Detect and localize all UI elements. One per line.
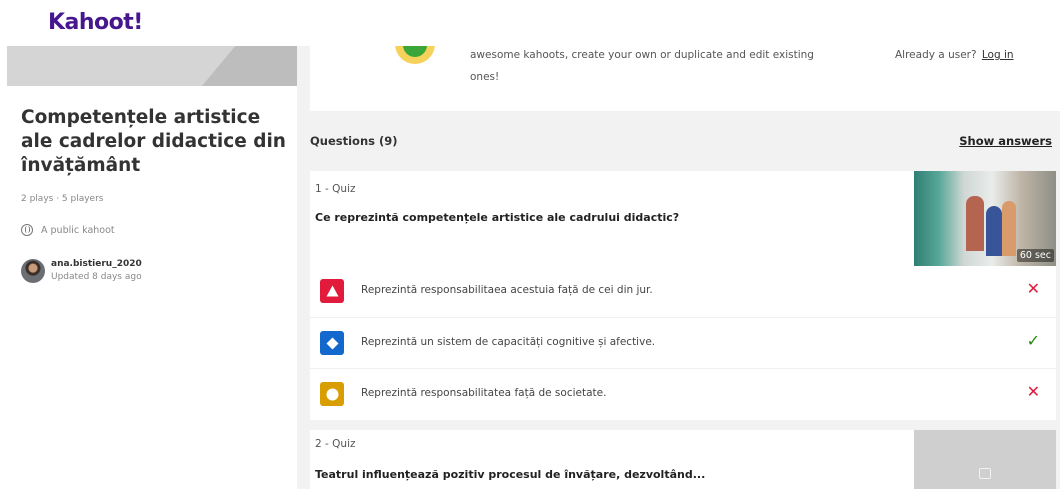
- time-limit-badge: 60 sec: [1016, 249, 1054, 262]
- questions-count: Questions (9): [310, 134, 398, 148]
- circle-shape-icon: [320, 382, 344, 406]
- question-image: [914, 430, 1056, 489]
- answer-option: Reprezintă un sistem de capacități cogni…: [310, 317, 1056, 367]
- cross-icon: ✕: [1026, 382, 1040, 401]
- author-name[interactable]: ana.bistieru_2020: [51, 259, 142, 269]
- banner-illustration: [395, 44, 435, 64]
- login-prompt: Already a user? Log in: [895, 44, 1014, 66]
- cover-image: [7, 46, 297, 86]
- globe-icon: [21, 224, 33, 236]
- visibility-info: A public kahoot: [21, 224, 115, 236]
- avatar[interactable]: [21, 259, 45, 283]
- question-text: Teatrul influențează pozitiv procesul de…: [315, 468, 706, 481]
- already-user-text: Already a user?: [895, 49, 977, 61]
- question-text: Ce reprezintă competențele artistice ale…: [315, 211, 680, 224]
- signup-banner: awesome kahoots, create your own or dupl…: [310, 44, 1060, 111]
- triangle-shape-icon: [320, 279, 344, 303]
- image-placeholder-icon: [979, 468, 991, 479]
- questions-header: Questions (9) Show answers: [310, 131, 1052, 151]
- visibility-label: A public kahoot: [41, 224, 115, 236]
- cross-icon: ✕: [1026, 279, 1040, 298]
- kahoot-logo[interactable]: Kahoot!: [48, 10, 143, 35]
- updated-time: Updated 8 days ago: [51, 272, 142, 282]
- question-type: 2 - Quiz: [315, 438, 356, 450]
- question-card[interactable]: 1 - Quiz Ce reprezintă competențele arti…: [310, 171, 1056, 266]
- diamond-shape-icon: [320, 331, 344, 355]
- kahoot-title: Competențele artistice ale cadrelor dida…: [21, 107, 286, 176]
- author-info[interactable]: ana.bistieru_2020 Updated 8 days ago: [21, 259, 142, 283]
- answer-text: Reprezintă un sistem de capacități cogni…: [361, 336, 656, 348]
- kahoot-details-panel: Competențele artistice ale cadrelor dida…: [0, 46, 297, 489]
- answer-list: Reprezintă responsabilitaea acestuia faț…: [310, 266, 1056, 420]
- play-stats: 2 plays · 5 players: [21, 194, 104, 204]
- answer-option: Reprezintă responsabilitatea față de soc…: [310, 368, 1056, 418]
- top-bar: Kahoot!: [0, 0, 1060, 46]
- answer-text: Reprezintă responsabilitaea acestuia faț…: [361, 284, 653, 296]
- banner-text: awesome kahoots, create your own or dupl…: [470, 49, 814, 83]
- question-card[interactable]: 2 - Quiz Teatrul influențează pozitiv pr…: [310, 430, 1056, 489]
- answer-option: Reprezintă responsabilitaea acestuia faț…: [310, 266, 1056, 316]
- answer-text: Reprezintă responsabilitatea față de soc…: [361, 387, 607, 399]
- show-answers-button[interactable]: Show answers: [959, 134, 1052, 148]
- question-image: 60 sec: [914, 171, 1056, 266]
- login-link[interactable]: Log in: [982, 49, 1014, 61]
- question-type: 1 - Quiz: [315, 183, 356, 195]
- check-icon: ✓: [1026, 331, 1040, 350]
